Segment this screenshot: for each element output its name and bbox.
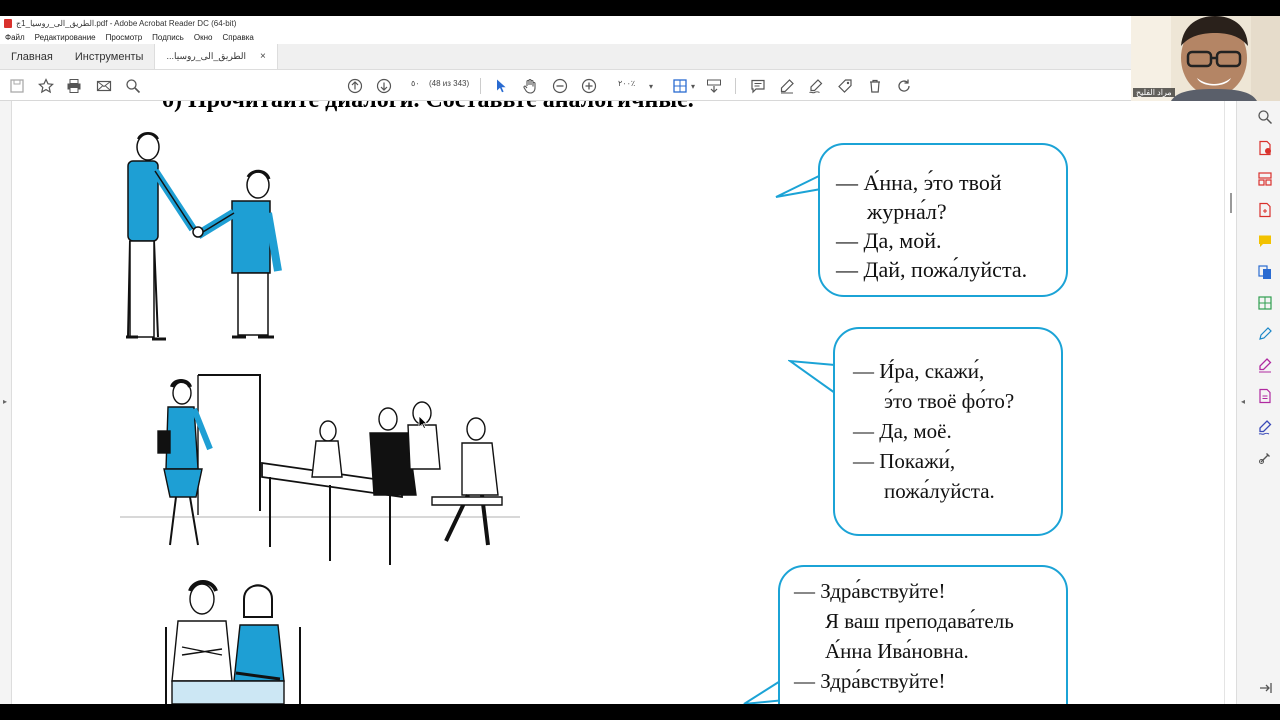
sign-pen-icon[interactable] xyxy=(807,77,825,95)
dialog-1-line-3: — Да, мой. xyxy=(836,228,942,253)
compress-pdf-icon[interactable] xyxy=(1257,295,1273,311)
collapse-panel-icon[interactable] xyxy=(1257,680,1273,696)
menu-help[interactable]: Справка xyxy=(222,33,253,42)
dialog-2-line-4: — Покажи́, xyxy=(853,449,956,473)
create-pdf-icon[interactable] xyxy=(1257,202,1273,218)
email-icon[interactable] xyxy=(95,77,113,95)
dialog-2-line-3: — Да, моё. xyxy=(853,419,952,443)
screen-top-border xyxy=(0,0,1280,16)
tab-bar: Главная Инструменты ...الطريق_الى_روسيا … xyxy=(0,44,1280,70)
more-tools-icon[interactable] xyxy=(1257,450,1273,466)
dialog-1-line-2: журна́л? xyxy=(867,199,947,224)
hand-tool-icon[interactable] xyxy=(521,77,539,95)
edit-pdf-icon[interactable] xyxy=(1257,326,1273,342)
mouse-cursor-icon xyxy=(418,415,428,429)
dialog-3-line-3: А́нна Ива́новна. xyxy=(825,639,969,663)
save-icon[interactable] xyxy=(8,77,26,95)
search-zoom-icon[interactable] xyxy=(1257,109,1273,125)
pdf-file-icon xyxy=(4,19,12,28)
handshake-illustration xyxy=(126,132,282,341)
export-pdf-icon[interactable] xyxy=(1257,140,1273,156)
next-page-icon[interactable] xyxy=(375,77,393,95)
right-tools-pane: ◂ xyxy=(1236,101,1280,704)
menu-sign[interactable]: Подпись xyxy=(152,33,184,42)
zoom-in-icon[interactable] xyxy=(580,77,598,95)
seated-students-illustration xyxy=(165,580,301,704)
fill-sign-icon[interactable] xyxy=(1257,357,1273,373)
rotate-icon[interactable] xyxy=(895,77,913,95)
scrollbar-thumb[interactable] xyxy=(1230,193,1232,213)
request-signature-icon[interactable] xyxy=(1257,419,1273,435)
dialog-bubble-3: — Здра́вствуйте! Я ваш преподава́тель А́… xyxy=(778,565,1068,704)
tab-tools-label: Инструменты xyxy=(74,50,144,63)
vertical-scrollbar[interactable] xyxy=(1224,101,1236,704)
dialog-bubble-1: — А́нна, э́то твой журна́л? — Да, мой. —… xyxy=(818,143,1068,297)
dialog-3-line-2: Я ваш преподава́тель xyxy=(825,609,1014,633)
page-count: (48 из 343) xyxy=(429,79,470,88)
dialog-3-line-1: — Здра́вствуйте! xyxy=(794,579,946,603)
screen-bottom-border xyxy=(0,704,1280,720)
toolbar-divider xyxy=(480,78,481,94)
menu-edit[interactable]: Редактирование xyxy=(35,33,96,42)
stamp-tag-icon[interactable] xyxy=(836,77,854,95)
document-page: б) Прочитайте диалоги. Составьте аналоги… xyxy=(12,101,1224,704)
comment-icon[interactable] xyxy=(749,77,767,95)
zoom-dropdown-chevron-icon[interactable]: ▾ xyxy=(642,77,660,95)
organize-pages-icon[interactable] xyxy=(1257,171,1273,187)
scroll-mode-icon[interactable] xyxy=(705,77,723,95)
webcam-name-label: مراد الفليح xyxy=(1133,88,1175,97)
expand-left-pane-icon[interactable]: ▸ xyxy=(3,397,7,406)
menu-window[interactable]: Окно xyxy=(194,33,213,42)
bubble-tail xyxy=(788,359,836,394)
tab-home[interactable]: Главная xyxy=(0,44,64,69)
zoom-out-icon[interactable] xyxy=(551,77,569,95)
dialog-2-line-1: — И́ра, скажи́, xyxy=(853,359,985,383)
delete-trash-icon[interactable] xyxy=(866,77,884,95)
toolbar-divider xyxy=(735,78,736,94)
select-cursor-icon[interactable] xyxy=(492,77,510,95)
combine-files-icon[interactable] xyxy=(1257,264,1273,280)
tab-close-button[interactable]: × xyxy=(260,51,266,62)
window-titlebar: الطريق_الى_روسيا_1ج.pdf - Adobe Acrobat … xyxy=(0,16,1280,31)
tab-home-label: Главная xyxy=(11,50,53,63)
main-toolbar: ٥٠ (48 из 343) ٢٠٠٪ ▾ ▾ xyxy=(0,70,1280,101)
bookmark-star-icon[interactable] xyxy=(37,77,55,95)
dialog-1-line-4: — Дай, пожа́луйста. xyxy=(836,257,1028,282)
exercise-heading: б) Прочитайте диалоги. Составьте аналоги… xyxy=(162,101,694,114)
menu-file[interactable]: Файл xyxy=(5,33,25,42)
tab-tools[interactable]: Инструменты xyxy=(64,44,155,69)
left-navigation-pane: ▸ xyxy=(0,101,12,704)
page-number-input[interactable]: ٥٠ xyxy=(411,79,420,88)
classroom-illustration xyxy=(120,374,520,565)
tab-document-label: ...الطريق_الى_روسيا xyxy=(166,51,247,61)
print-icon[interactable] xyxy=(65,77,83,95)
comment-tool-icon[interactable] xyxy=(1257,233,1273,249)
dialog-1-line-1: — А́нна, э́то твой xyxy=(836,170,1002,195)
tab-document[interactable]: ...الطريق_الى_روسيا × xyxy=(154,44,278,69)
zoom-search-icon[interactable] xyxy=(124,77,142,95)
dialog-2-line-2: э́то твоё фо́то? xyxy=(884,389,1015,413)
collapse-right-pane-icon[interactable]: ◂ xyxy=(1241,397,1245,406)
window-title: الطريق_الى_روسيا_1ج.pdf - Adobe Acrobat … xyxy=(16,19,237,28)
dialog-bubble-2: — И́ра, скажи́, э́то твоё фо́то? — Да, м… xyxy=(833,327,1063,536)
dialog-2-line-5: пожа́луйста. xyxy=(884,479,995,503)
protect-document-icon[interactable] xyxy=(1257,388,1273,404)
zoom-level-select[interactable]: ٢٠٠٪ xyxy=(618,79,635,88)
menu-bar: Файл Редактирование Просмотр Подпись Окн… xyxy=(0,31,1280,44)
previous-page-icon[interactable] xyxy=(346,77,364,95)
webcam-overlay: مراد الفليح xyxy=(1131,16,1280,101)
highlight-pen-icon[interactable] xyxy=(778,77,796,95)
bubble-tail xyxy=(775,174,822,198)
fit-dropdown-chevron-icon[interactable]: ▾ xyxy=(684,77,702,95)
menu-view[interactable]: Просмотр xyxy=(106,33,143,42)
dialog-3-line-4: — Здра́вствуйте! xyxy=(794,669,946,693)
